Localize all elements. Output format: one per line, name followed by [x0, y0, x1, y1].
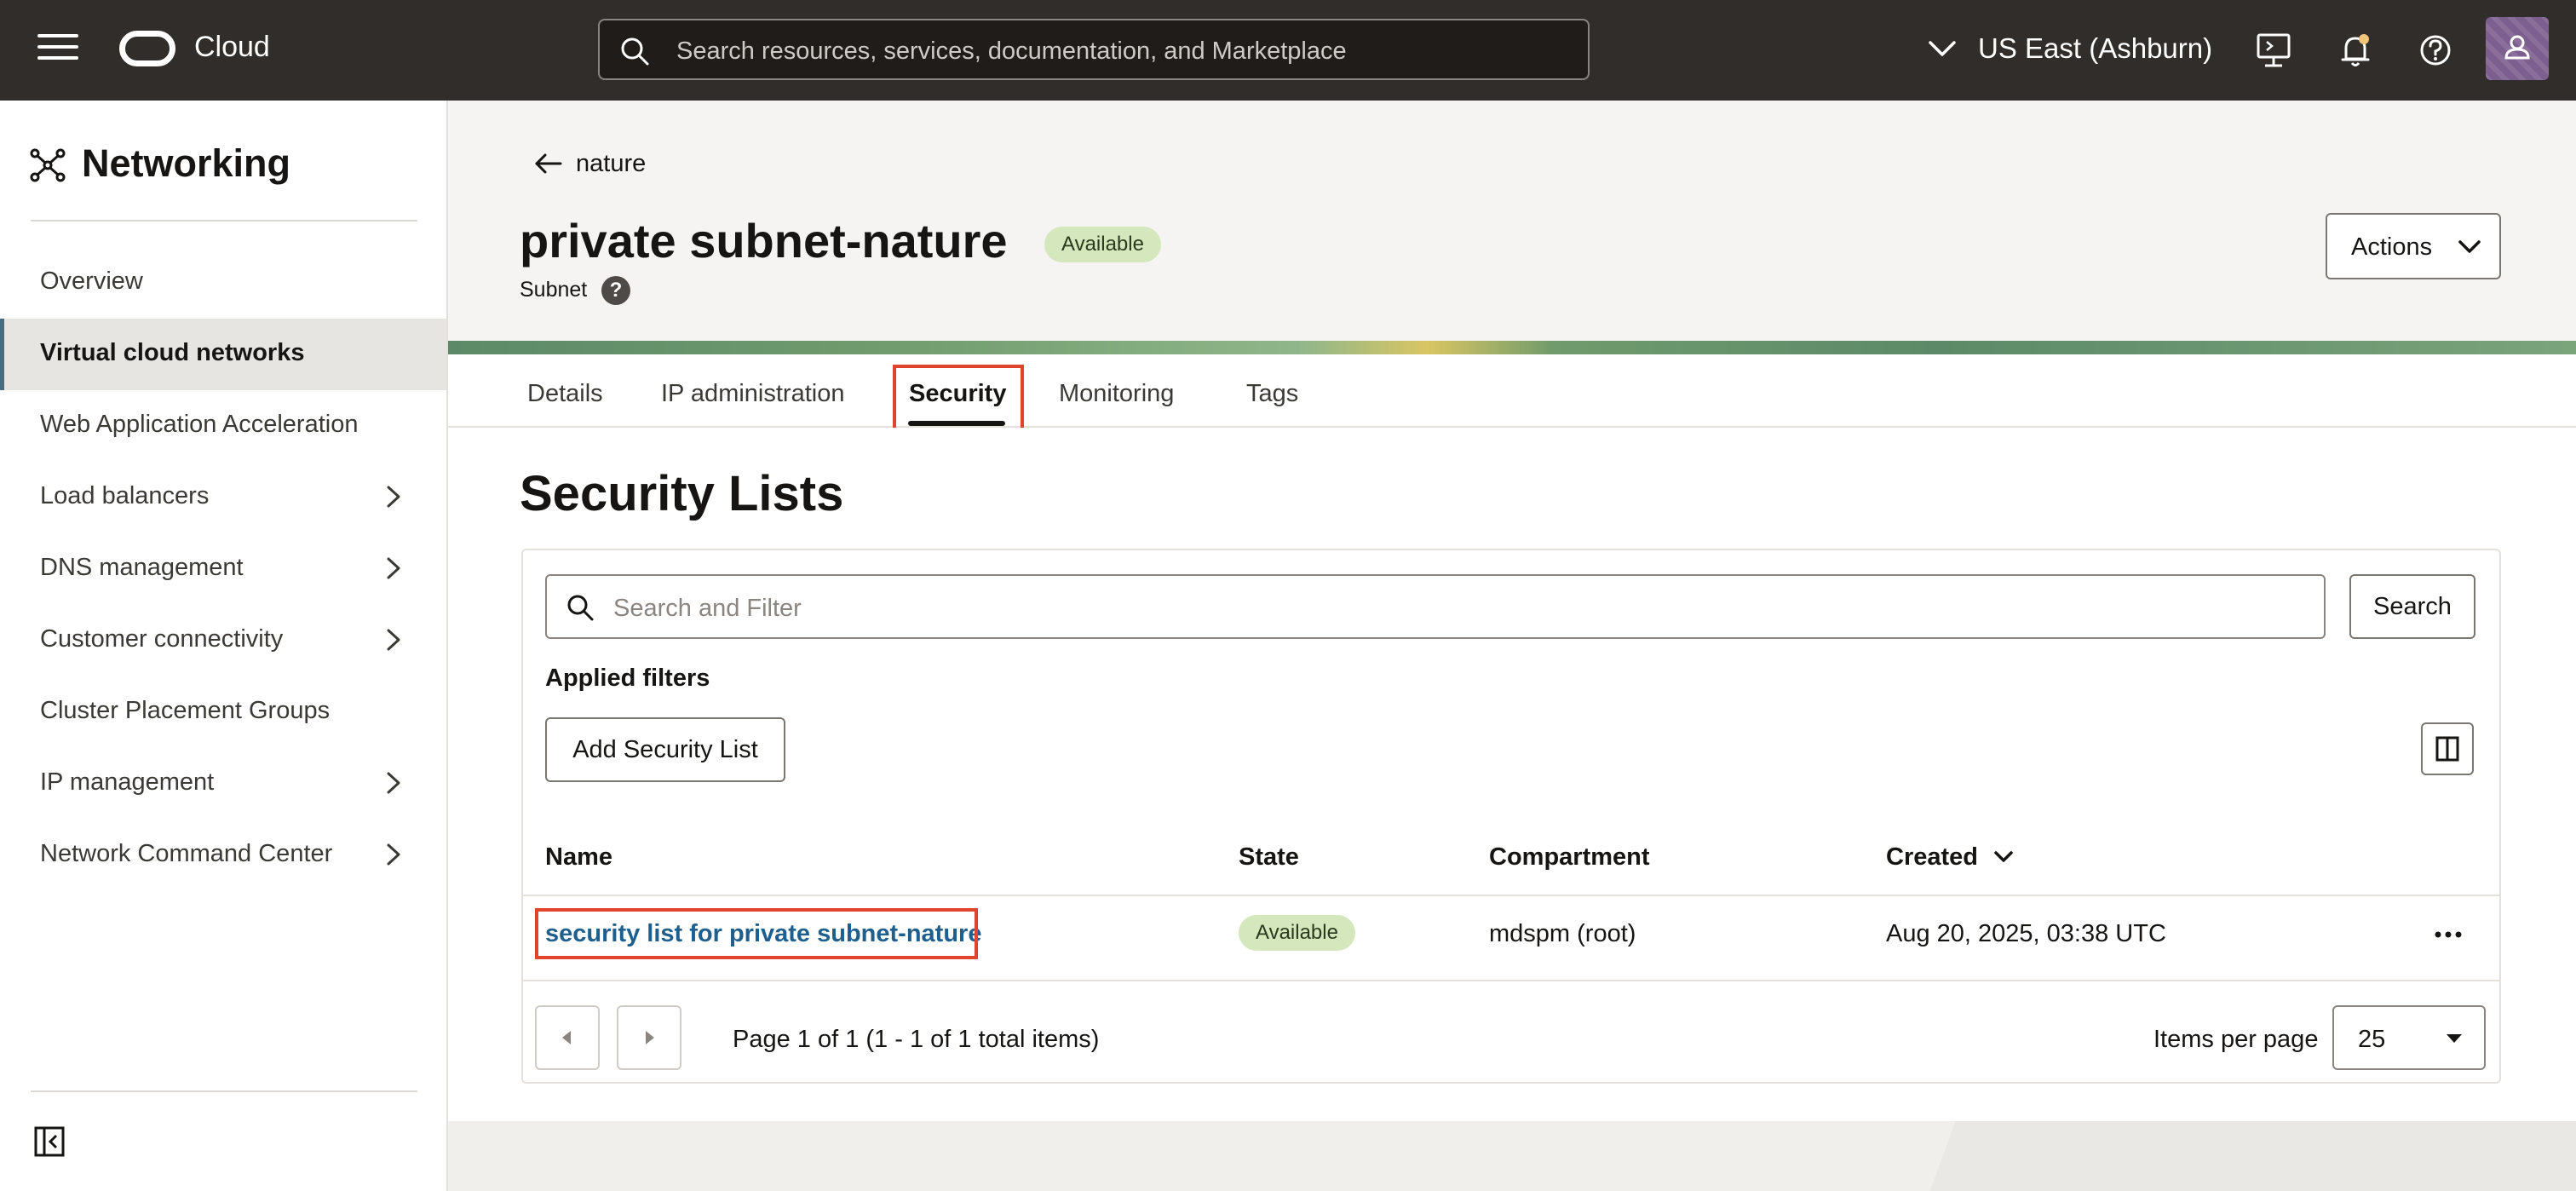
caret-down-icon: [2447, 1034, 2462, 1043]
user-avatar[interactable]: [2486, 17, 2549, 80]
security-list-name-link[interactable]: security list for private subnet-nature: [545, 920, 981, 948]
sidebar: Networking Overview Virtual cloud networ…: [0, 101, 448, 1191]
tab-monitoring[interactable]: Monitoring: [1059, 380, 1174, 408]
chevron-down-icon: [1929, 41, 1956, 56]
collapse-sidebar-icon[interactable]: [32, 1125, 66, 1159]
column-header-state: State: [1239, 843, 1299, 871]
chevron-right-icon: [387, 486, 400, 508]
search-filter-placeholder: Search and Filter: [613, 595, 802, 622]
column-header-created[interactable]: Created: [1886, 843, 1978, 872]
sidebar-item-customer-connectivity[interactable]: Customer connectivity: [0, 605, 446, 676]
sidebar-item-label: Network Command Center: [40, 840, 333, 867]
sidebar-item-label: Load balancers: [40, 482, 210, 509]
chevron-down-icon: [2458, 240, 2481, 253]
sidebar-item-label: IP management: [40, 768, 215, 796]
search-icon: [621, 37, 649, 66]
row-compartment: mdspm (root): [1489, 920, 1636, 947]
actions-label: Actions: [2351, 233, 2433, 261]
chevron-right-icon: [387, 843, 400, 866]
top-navigation-bar: Cloud Search resources, services, docume…: [0, 0, 2576, 101]
help-icon[interactable]: [2416, 31, 2455, 70]
actions-button[interactable]: Actions: [2326, 213, 2501, 279]
user-icon: [2504, 35, 2530, 60]
tab-tags[interactable]: Tags: [1246, 380, 1298, 408]
menu-icon[interactable]: [37, 34, 78, 66]
decorative-banner: [448, 341, 2576, 354]
back-link-label: nature: [576, 150, 647, 177]
tab-security[interactable]: Security: [909, 380, 1006, 408]
applied-filters-label: Applied filters: [545, 665, 710, 692]
sidebar-divider: [31, 220, 417, 222]
column-header-compartment: Compartment: [1489, 843, 1650, 871]
oracle-logo-icon[interactable]: [119, 31, 175, 66]
tab-ip-administration[interactable]: IP administration: [661, 380, 844, 408]
tab-details[interactable]: Details: [527, 380, 603, 408]
sidebar-item-load-balancers[interactable]: Load balancers: [0, 462, 446, 533]
arrow-left-icon: [535, 153, 562, 174]
brand-label[interactable]: Cloud: [194, 31, 270, 64]
previous-page-button[interactable]: [535, 1005, 600, 1070]
sidebar-item-web-application-acceleration[interactable]: Web Application Acceleration: [0, 390, 446, 462]
search-filter-input[interactable]: Search and Filter: [545, 574, 2326, 639]
global-search-placeholder: Search resources, services, documentatio…: [676, 37, 1347, 65]
sidebar-item-label: Customer connectivity: [40, 625, 284, 653]
table-divider: [523, 895, 2499, 896]
resource-type-label: Subnet: [520, 278, 588, 302]
items-per-page-select[interactable]: 25: [2332, 1005, 2486, 1070]
chevron-right-icon: [387, 557, 400, 579]
active-tab-indicator: [908, 421, 1005, 426]
sidebar-item-network-command-center[interactable]: Network Command Center: [0, 820, 446, 891]
next-page-button[interactable]: [617, 1005, 681, 1070]
sidebar-item-label: Cluster Placement Groups: [40, 697, 331, 724]
sidebar-item-label: Web Application Acceleration: [40, 411, 359, 438]
page-footer-background: [448, 1121, 2576, 1191]
row-created: Aug 20, 2025, 03:38 UTC: [1886, 920, 2166, 947]
status-badge: Available: [1044, 227, 1161, 262]
sidebar-item-ip-management[interactable]: IP management: [0, 748, 446, 820]
sidebar-item-label: Overview: [40, 268, 143, 295]
caret-left-icon: [562, 1031, 571, 1044]
sidebar-item-label: Virtual cloud networks: [40, 339, 305, 366]
region-label: US East (Ashburn): [1978, 32, 2213, 64]
sidebar-title: Networking: [82, 141, 291, 185]
chevron-right-icon: [387, 772, 400, 794]
sidebar-item-overview[interactable]: Overview: [0, 247, 446, 319]
chevron-right-icon: [387, 629, 400, 651]
global-search-input[interactable]: Search resources, services, documentatio…: [598, 19, 1590, 80]
column-toggle-button[interactable]: [2421, 722, 2474, 775]
page-title: private subnet-nature: [520, 214, 1008, 268]
column-header-name: Name: [545, 843, 612, 871]
items-per-page-label: Items per page: [2153, 1026, 2319, 1053]
row-status-badge: Available: [1239, 915, 1355, 951]
sidebar-item-label: DNS management: [40, 554, 244, 581]
sidebar-item-virtual-cloud-networks[interactable]: Virtual cloud networks: [0, 319, 446, 390]
section-title: Security Lists: [520, 466, 844, 521]
items-per-page-value: 25: [2358, 1026, 2386, 1053]
help-icon[interactable]: ?: [601, 276, 630, 305]
notifications-bell-icon[interactable]: [2336, 31, 2375, 70]
pagination-summary: Page 1 of 1 (1 - 1 of 1 total items): [733, 1026, 1100, 1053]
columns-icon: [2435, 736, 2459, 762]
sidebar-divider: [31, 1090, 417, 1092]
cloud-shell-icon[interactable]: [2254, 31, 2293, 70]
add-security-list-button[interactable]: Add Security List: [545, 717, 785, 782]
search-button[interactable]: Search: [2349, 574, 2475, 639]
search-icon: [567, 595, 594, 621]
tab-bar: Details IP administration Security Monit…: [448, 354, 2576, 428]
row-actions-icon[interactable]: [2433, 922, 2464, 947]
caret-right-icon: [646, 1031, 654, 1044]
networking-icon: [30, 148, 66, 182]
sidebar-item-dns-management[interactable]: DNS management: [0, 533, 446, 605]
sidebar-item-cluster-placement-groups[interactable]: Cluster Placement Groups: [0, 676, 446, 748]
sort-chevron-down-icon[interactable]: [1992, 847, 2015, 867]
table-divider: [523, 980, 2499, 981]
